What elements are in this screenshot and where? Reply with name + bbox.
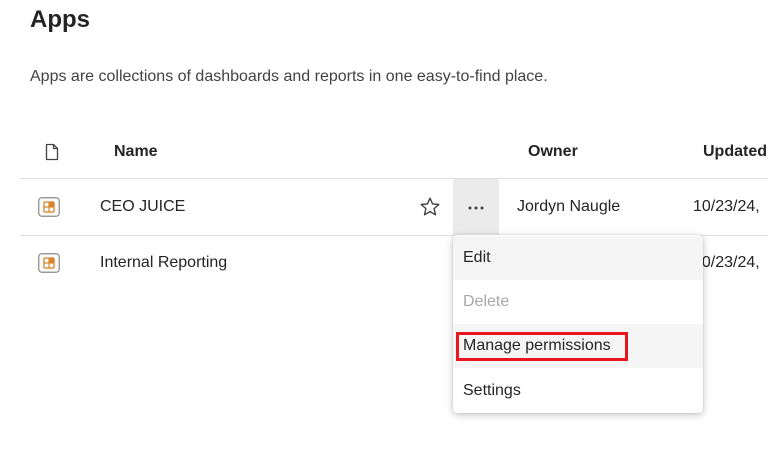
app-icon [38, 253, 60, 273]
app-name-link[interactable]: Internal Reporting [100, 254, 227, 272]
column-header-name[interactable]: Name [114, 143, 158, 161]
menu-item-label: Settings [463, 382, 521, 399]
column-header-owner[interactable]: Owner [528, 143, 578, 161]
app-icon [38, 197, 60, 217]
menu-item-label: Manage permissions [463, 337, 611, 354]
context-menu: Edit Delete Manage permissions Settings [453, 235, 703, 413]
app-name-link[interactable]: CEO JUICE [100, 198, 185, 216]
updated-date: 10/23/24, [693, 254, 760, 271]
star-icon[interactable] [419, 196, 441, 218]
menu-item-label: Delete [463, 293, 510, 310]
table-row[interactable]: CEO JUICE Jordyn Naugle 10/23/24, [20, 179, 768, 236]
menu-item-delete: Delete [453, 280, 703, 324]
menu-item-manage-permissions[interactable]: Manage permissions [453, 324, 703, 368]
apps-page: Apps Apps are collections of dashboards … [0, 0, 768, 452]
menu-item-edit[interactable]: Edit [453, 236, 703, 280]
column-header-updated[interactable]: Updated [703, 143, 767, 161]
page-description: Apps are collections of dashboards and r… [30, 68, 548, 85]
file-icon [44, 143, 60, 161]
more-options-button[interactable] [453, 179, 499, 235]
more-options-icon [466, 198, 486, 216]
menu-item-label: Edit [463, 249, 491, 266]
table-header: Name Owner Updated [20, 128, 768, 179]
owner-name: Jordyn Naugle [517, 198, 621, 215]
menu-item-settings[interactable]: Settings [453, 369, 703, 413]
updated-date: 10/23/24, [693, 198, 760, 215]
page-title: Apps [30, 6, 90, 33]
